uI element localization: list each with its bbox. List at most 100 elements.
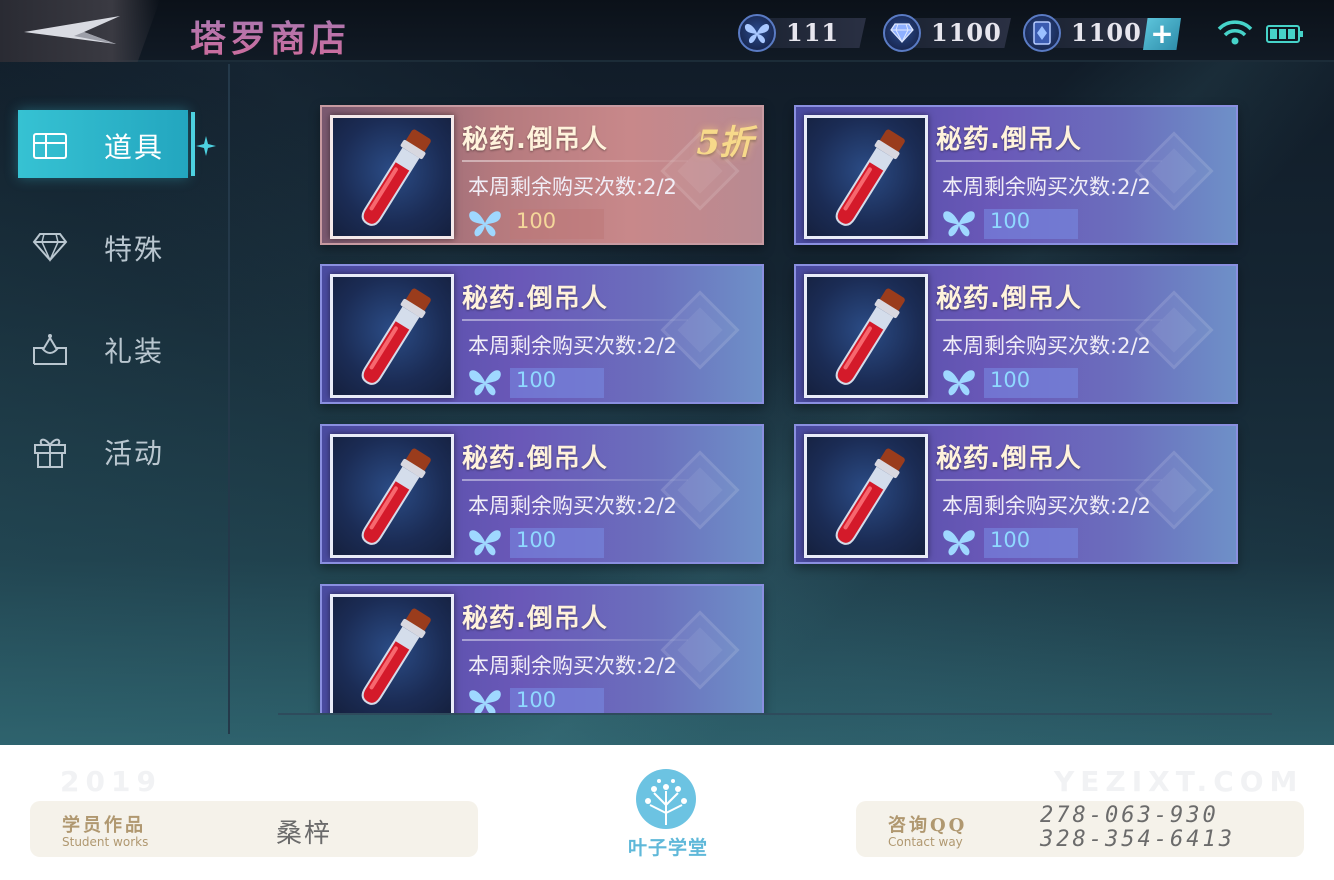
- shop-item-card[interactable]: 秘药.倒吊人 本周剩余购买次数:2/2 100: [320, 584, 764, 714]
- card-divider: [462, 319, 688, 321]
- purchase-limit-value: 2/2: [643, 175, 677, 199]
- purchase-limit: 本周剩余购买次数:2/2: [468, 650, 677, 680]
- card-divider: [462, 639, 688, 641]
- purchase-limit-label: 本周剩余购买次数:: [942, 175, 1118, 199]
- tab-items[interactable]: 道具: [18, 110, 188, 178]
- item-thumbnail: [804, 115, 928, 239]
- contact-title: 咨询QQ: [888, 815, 968, 836]
- student-works-title: 学员作品: [62, 815, 146, 836]
- watermark-year: 2019: [60, 765, 162, 798]
- purchase-limit-label: 本周剩余购买次数:: [942, 334, 1118, 358]
- purchase-limit-value: 2/2: [643, 494, 677, 518]
- item-price: 100: [516, 528, 557, 552]
- potion-icon: [361, 448, 431, 545]
- currency-diamond: 1100: [883, 14, 1011, 52]
- contact-panel: 咨询QQ Contact way 278-063-930 328-354-641…: [856, 801, 1304, 857]
- currency-value: 1100: [1071, 18, 1142, 47]
- tab-special[interactable]: 特殊: [18, 212, 188, 280]
- diamond-outline-icon: [32, 233, 68, 262]
- item-name: 秘药.倒吊人: [936, 444, 1082, 474]
- shop-item-card[interactable]: 秘药.倒吊人 本周剩余购买次数:2/2 100: [320, 424, 764, 564]
- item-grid: 秘药.倒吊人 5折 本周剩余购买次数:2/2 100 秘药.倒吊人 本周剩余购买…: [280, 64, 1280, 714]
- category-sidebar: 道具 特殊 礼装 活动: [0, 64, 230, 734]
- purchase-limit-label: 本周剩余购买次数:: [468, 334, 644, 358]
- item-name: 秘药.倒吊人: [936, 125, 1082, 155]
- item-thumbnail: [804, 274, 928, 398]
- item-name: 秘药.倒吊人: [462, 604, 608, 634]
- card-divider: [936, 160, 1162, 162]
- currency-value: 1100: [931, 18, 1002, 47]
- butterfly-icon: [469, 530, 501, 556]
- battery-icon: [1266, 25, 1303, 43]
- item-name: 秘药.倒吊人: [462, 125, 608, 155]
- footer: 2019 YEZIXT.COM 学员作品 Student works 桑梓 叶子…: [0, 745, 1334, 880]
- wifi-icon: [1217, 20, 1253, 45]
- tab-costume[interactable]: 礼装: [18, 314, 188, 382]
- butterfly-icon: [738, 14, 776, 52]
- purchase-limit-value: 2/2: [643, 654, 677, 678]
- potion-icon: [361, 608, 431, 705]
- purchase-limit-label: 本周剩余购买次数:: [942, 494, 1118, 518]
- contact-qq: 328-354-6413: [1040, 827, 1235, 852]
- shop-item-card[interactable]: 秘药.倒吊人 本周剩余购买次数:2/2 100: [794, 105, 1238, 245]
- potion-icon: [835, 448, 905, 545]
- purchase-limit: 本周剩余购买次数:2/2: [468, 171, 677, 201]
- back-button[interactable]: [0, 0, 160, 62]
- item-price: 100: [516, 688, 557, 712]
- tab-events[interactable]: 活动: [18, 416, 188, 484]
- purchase-limit-label: 本周剩余购买次数:: [468, 494, 644, 518]
- card-divider: [462, 160, 688, 162]
- purchase-limit-label: 本周剩余购买次数:: [468, 175, 644, 199]
- page-title: 塔罗商店: [190, 10, 350, 62]
- shop-item-card[interactable]: 秘药.倒吊人 5折 本周剩余购买次数:2/2 100: [320, 105, 764, 245]
- add-currency-button[interactable]: +: [1143, 18, 1181, 50]
- student-works-panel: 学员作品 Student works 桑梓: [30, 801, 478, 857]
- item-name: 秘药.倒吊人: [462, 444, 608, 474]
- shop-screen: 塔罗商店 111 1100 1100 + 道具 特殊 礼装 活动 秘药.倒吊人 …: [0, 0, 1334, 745]
- logo-text: 叶子学堂: [628, 837, 709, 859]
- card-divider: [936, 479, 1162, 481]
- card-divider: [462, 479, 688, 481]
- item-thumbnail: [804, 434, 928, 558]
- purchase-limit-value: 2/2: [1117, 494, 1151, 518]
- shop-item-card[interactable]: 秘药.倒吊人 本周剩余购买次数:2/2 100: [794, 264, 1238, 404]
- item-name: 秘药.倒吊人: [462, 284, 608, 314]
- purchase-limit: 本周剩余购买次数:2/2: [468, 330, 677, 360]
- purchase-limit-label: 本周剩余购买次数:: [468, 654, 644, 678]
- active-tab-marker: [191, 112, 195, 176]
- potion-icon: [835, 288, 905, 385]
- item-thumbnail: [330, 274, 454, 398]
- item-price: 100: [516, 368, 557, 392]
- tab-label: 活动: [104, 437, 165, 470]
- butterfly-icon: [469, 370, 501, 396]
- shop-item-card[interactable]: 秘药.倒吊人 本周剩余购买次数:2/2 100: [320, 264, 764, 404]
- costume-icon: [33, 334, 67, 365]
- purchase-limit-value: 2/2: [643, 334, 677, 358]
- item-price: 100: [990, 209, 1031, 233]
- potion-icon: [835, 129, 905, 226]
- card-divider: [936, 319, 1162, 321]
- crystal-card-icon: [1023, 14, 1061, 52]
- back-arrow-icon: [24, 16, 120, 44]
- grid-divider: [278, 713, 1272, 715]
- tab-label: 特殊: [104, 233, 165, 266]
- student-name: 桑梓: [276, 819, 333, 849]
- tab-label: 礼装: [104, 335, 165, 368]
- item-thumbnail: [330, 115, 454, 239]
- potion-icon: [361, 288, 431, 385]
- contact-subtitle: Contact way: [888, 835, 963, 849]
- butterfly-icon: [943, 370, 975, 396]
- item-price: 100: [990, 368, 1031, 392]
- purchase-limit: 本周剩余购买次数:2/2: [942, 171, 1151, 201]
- shop-item-card[interactable]: 秘药.倒吊人 本周剩余购买次数:2/2 100: [794, 424, 1238, 564]
- currency-butterfly: 111: [738, 14, 866, 52]
- discount-badge: 5折: [696, 123, 753, 163]
- item-price: 100: [516, 209, 557, 233]
- butterfly-icon: [943, 530, 975, 556]
- purchase-limit-value: 2/2: [1117, 175, 1151, 199]
- butterfly-icon: [469, 211, 501, 237]
- item-price: 100: [990, 528, 1031, 552]
- potion-icon: [361, 129, 431, 226]
- contact-qq: 278-063-930: [1040, 803, 1219, 828]
- purchase-limit: 本周剩余购买次数:2/2: [942, 330, 1151, 360]
